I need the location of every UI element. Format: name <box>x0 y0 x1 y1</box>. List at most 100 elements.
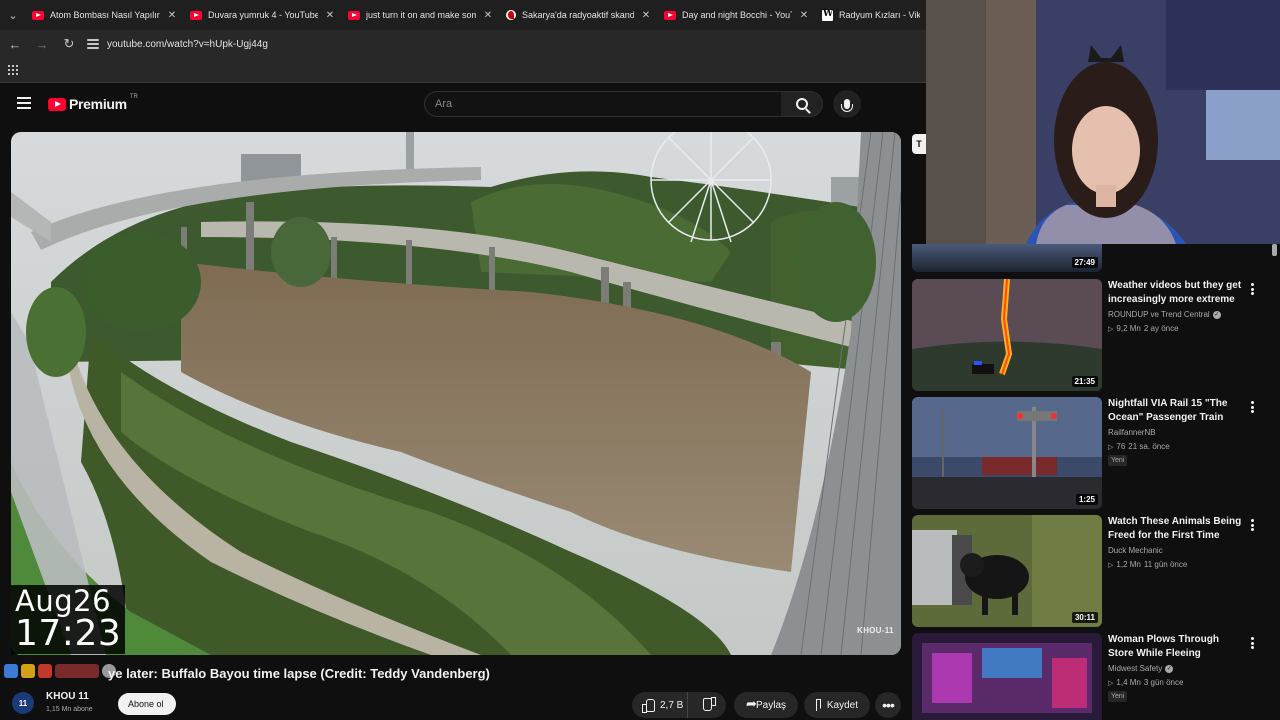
apps-grid-icon[interactable] <box>8 65 18 75</box>
reload-icon[interactable]: ↻ <box>57 32 81 56</box>
tab-close-icon[interactable]: ✕ <box>166 10 178 21</box>
youtube-logo[interactable]: Premium TR <box>48 94 138 112</box>
verified-check-icon: ✓ <box>1165 664 1174 673</box>
recommendation-channel: Duck Mechanic <box>1108 546 1163 555</box>
tab-title: Sakarya'da radyoaktif skandal! <box>522 10 634 20</box>
view-count: 1,4 Mn <box>1116 678 1141 687</box>
subscriber-count: 1,15 Mn abone <box>46 706 93 713</box>
overlay-time: 17:23 <box>15 613 122 654</box>
video-thumbnail: 30:11 <box>912 515 1102 627</box>
more-actions-button[interactable]: ••• <box>875 692 901 718</box>
recommendation-item[interactable]: Woman Plows Through Store While Fleeing … <box>912 633 1272 720</box>
site-settings-icon[interactable] <box>87 39 99 49</box>
share-button[interactable]: Paylaş <box>734 692 798 718</box>
recommendation-item[interactable]: 1:25 Nightfall VIA Rail 15 "The Ocean" P… <box>912 397 1272 509</box>
recommendation-meta: ▷ 1,2 Mn 11 gün önce <box>1108 560 1187 569</box>
tab-close-icon[interactable]: ✕ <box>324 10 336 21</box>
browser-tab[interactable]: Radyum Kızları - Vikiped <box>816 0 926 30</box>
video-duration: 21:35 <box>1071 376 1098 387</box>
youtube-favicon-icon <box>190 10 202 20</box>
overlay-badge-icon <box>38 664 52 678</box>
video-watermark: KHOU-11 <box>857 626 894 635</box>
bookmarks-bar <box>0 58 926 83</box>
youtube-favicon-icon <box>32 10 44 20</box>
video-frame <box>11 132 901 655</box>
channel-name[interactable]: KHOU 11 <box>46 691 89 702</box>
wikipedia-favicon-icon <box>822 9 833 21</box>
tab-title: Atom Bombası Nasıl Yapılır? #ş <box>50 10 160 20</box>
upload-age: 11 gün önce <box>1143 560 1188 569</box>
overlay-badge-icon <box>55 664 99 678</box>
channel-avatar[interactable]: 11 <box>12 692 34 714</box>
video-thumbnail: 1:25 <box>912 397 1102 509</box>
recommendation-item[interactable]: 21:35 Weather videos but they get increa… <box>912 279 1272 391</box>
logo-text: Premium <box>69 96 127 112</box>
channel-name: Duck Mechanic <box>1108 546 1163 555</box>
recommendation-channel: ROUNDUP ve Trend Central ✓ <box>1108 310 1221 319</box>
channel-name: ROUNDUP ve Trend Central <box>1108 310 1210 319</box>
play-count-icon: ▷ <box>1108 325 1114 333</box>
video-thumbnail <box>912 633 1102 720</box>
verified-check-icon: ✓ <box>1212 310 1221 319</box>
browser-tab[interactable]: Duvara yumruk 4 - YouTube ✕ <box>184 0 342 30</box>
upload-age: 21 sa. önce <box>1128 442 1170 451</box>
bookmark-icon <box>816 699 824 712</box>
address-bar[interactable]: youtube.com/watch?v=hUpk-Ugj44g <box>87 33 907 55</box>
more-options-icon[interactable] <box>1250 283 1254 295</box>
forward-arrow-icon[interactable]: → <box>30 32 54 56</box>
recommendation-meta: ▷ 76 21 sa. önce <box>1108 442 1170 451</box>
browser-tab[interactable]: Sakarya'da radyoaktif skandal! ✕ <box>500 0 658 30</box>
channel-name: Midwest Safety <box>1108 664 1163 673</box>
webcam-overlay <box>926 0 1280 244</box>
tab-close-icon[interactable]: ✕ <box>798 10 810 21</box>
browser-tab[interactable]: Atom Bombası Nasıl Yapılır? #ş ✕ <box>26 0 184 30</box>
video-player[interactable]: KHOU-11 <box>11 132 901 655</box>
search-input[interactable]: Ara <box>424 91 782 117</box>
recommendation-item-partial[interactable]: 27:49 <box>912 244 1272 272</box>
menu-icon[interactable] <box>17 97 31 109</box>
like-dislike-group: 2,7 B <box>632 692 726 718</box>
more-options-icon[interactable] <box>1250 401 1254 413</box>
tab-title: Radyum Kızları - Vikiped <box>839 10 920 20</box>
tab-close-icon[interactable]: ✕ <box>640 10 652 21</box>
recommendation-title: Nightfall VIA Rail 15 "The Ocean" Passen… <box>1108 398 1228 423</box>
dislike-button[interactable] <box>694 692 726 718</box>
back-arrow-icon[interactable]: ← <box>3 32 27 56</box>
thumbnail-image <box>912 633 1102 720</box>
upload-age: 2 ay önce <box>1143 324 1179 333</box>
like-button[interactable]: 2,7 B <box>632 692 689 718</box>
more-options-icon[interactable] <box>1250 519 1254 531</box>
tab-title: Day and night Bocchi - YouTub <box>682 10 792 20</box>
more-options-icon[interactable] <box>1250 637 1254 649</box>
thumbs-up-icon <box>642 699 655 713</box>
play-count-icon: ▷ <box>1108 561 1114 569</box>
tab-search-chevron-icon[interactable]: ⌄ <box>0 0 26 30</box>
view-count: 1,2 Mn <box>1116 560 1141 569</box>
tab-title: Duvara yumruk 4 - YouTube <box>208 10 318 20</box>
youtube-favicon-icon <box>664 10 676 20</box>
sidebar-scrollbar[interactable] <box>1272 244 1277 256</box>
browser-tab-strip: ⌄ Atom Bombası Nasıl Yapılır? #ş ✕ Duvar… <box>0 0 926 30</box>
search-button[interactable] <box>781 91 823 117</box>
recommendation-meta: ▷ 1,4 Mn 3 gün önce <box>1108 678 1183 687</box>
recommendation-title: Weather videos but they get increasingly… <box>1108 280 1242 305</box>
microphone-icon <box>841 99 853 112</box>
play-count-icon: ▷ <box>1108 679 1114 687</box>
stream-overlay-icons <box>4 664 116 678</box>
play-count-icon: ▷ <box>1108 443 1114 451</box>
browser-tab[interactable]: Day and night Bocchi - YouTub ✕ <box>658 0 816 30</box>
recommendation-item[interactable]: 30:11 Watch These Animals Being Freed fo… <box>912 515 1272 627</box>
share-label: Paylaş <box>755 699 786 711</box>
search-placeholder: Ara <box>435 98 453 110</box>
view-count: 76 <box>1116 442 1126 451</box>
subscribe-button[interactable]: Abone ol <box>118 693 176 715</box>
browser-tab[interactable]: just turn it on and make somet ✕ <box>342 0 500 30</box>
tab-close-icon[interactable]: ✕ <box>482 10 494 21</box>
search-icon <box>795 98 808 110</box>
video-thumbnail: 27:49 <box>912 244 1102 272</box>
recommendation-title: Woman Plows Through Store While Fleeing <box>1108 634 1219 659</box>
save-button[interactable]: Kaydet <box>804 692 870 718</box>
sidebar-chip[interactable]: T <box>912 134 926 154</box>
voice-search-button[interactable] <box>833 90 861 118</box>
thumbnail-image <box>912 397 1102 509</box>
